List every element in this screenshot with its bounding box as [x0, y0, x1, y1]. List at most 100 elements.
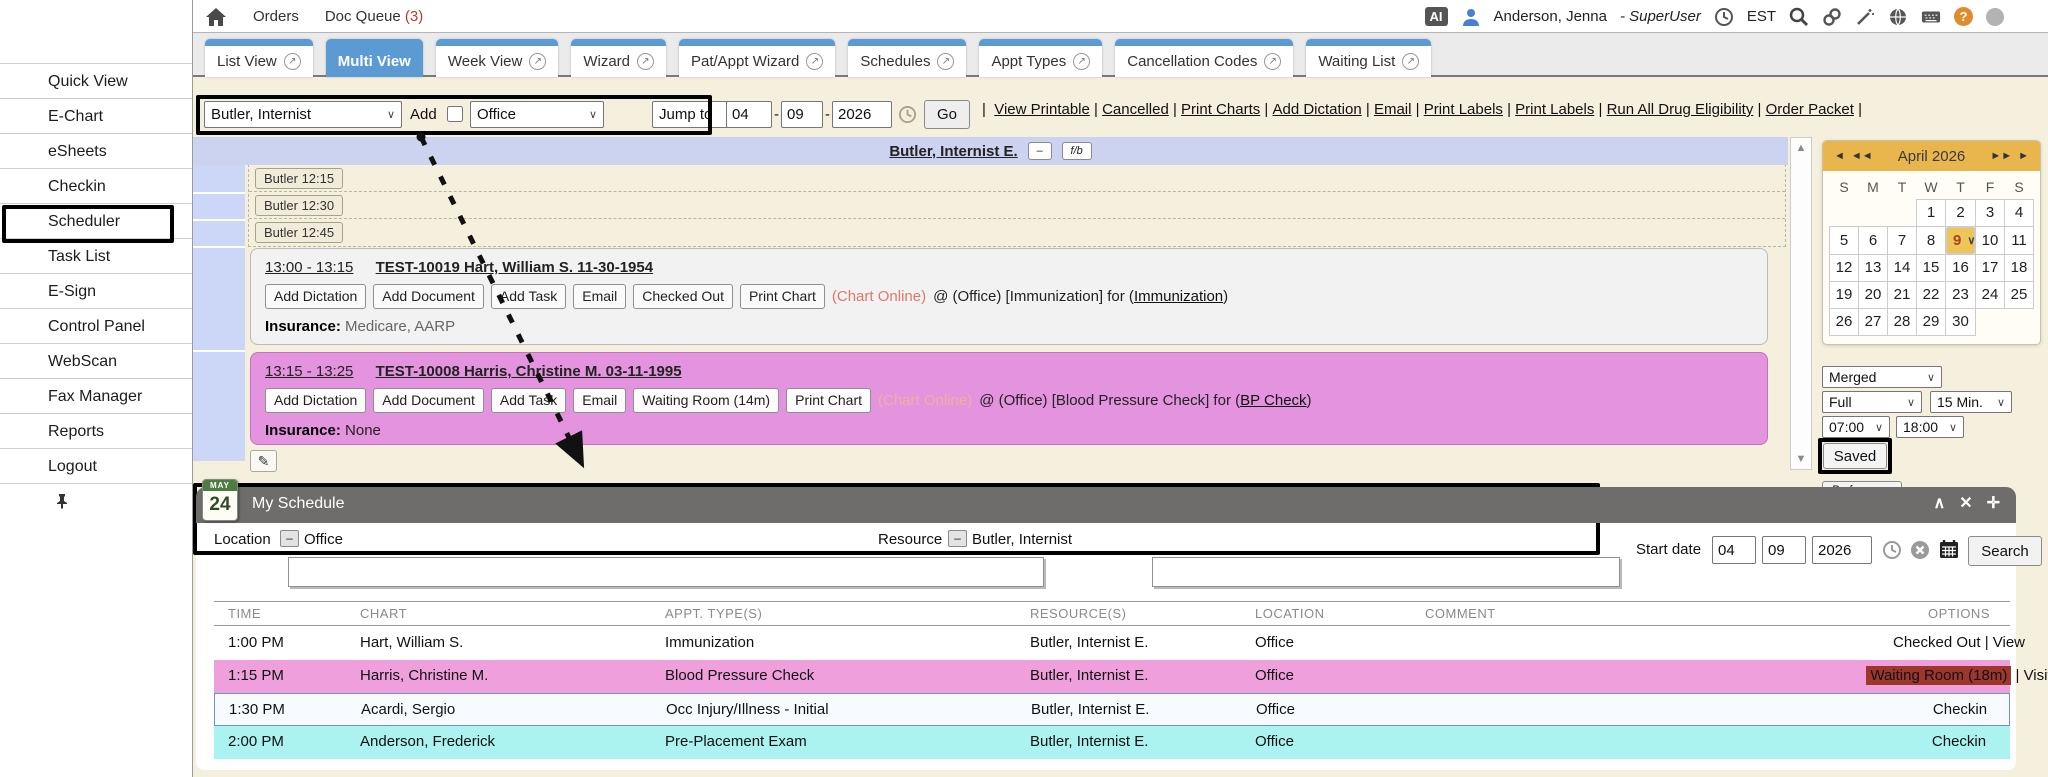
tab-appt-types[interactable]: Appt Types [979, 39, 1102, 77]
link-cancelled[interactable]: Cancelled [1102, 101, 1181, 118]
scroll-up-icon[interactable]: ▲ [1791, 142, 1811, 154]
sidebar-item-e-sign[interactable]: E-Sign [0, 273, 192, 308]
link-print-labels[interactable]: Print Labels [1424, 101, 1515, 118]
user-name[interactable]: Anderson, Jenna [1494, 8, 1607, 25]
provider-column-link[interactable]: Butler, Internist E. [889, 143, 1017, 160]
tab-waiting-list[interactable]: Waiting List [1306, 39, 1431, 77]
tab-schedules[interactable]: Schedules [848, 39, 966, 77]
slot-row[interactable]: Butler 12:30 [249, 192, 1785, 219]
scroll-down-icon[interactable]: ▼ [1791, 453, 1811, 465]
collapse-window-icon[interactable]: ∧ [1933, 493, 1945, 513]
tab-cancellation-codes[interactable]: Cancellation Codes [1115, 39, 1293, 77]
wand-icon[interactable] [1855, 7, 1875, 27]
table-row-harris[interactable]: 1:15 PM Harris, Christine M. Blood Press… [214, 660, 2010, 693]
print-chart-button[interactable]: Print Chart [740, 284, 825, 309]
add-task-button[interactable]: Add Task [491, 388, 566, 413]
edit-slot-button[interactable]: ✎ [250, 450, 277, 472]
appointment-hart[interactable]: 13:00 - 13:15 TEST-10019 Hart, William S… [250, 248, 1768, 345]
calendar-day[interactable]: 4 [2005, 199, 2034, 226]
popout-icon[interactable] [637, 53, 654, 70]
link-view-printable[interactable]: View Printable [994, 101, 1102, 118]
calendar-day[interactable]: 26 [1830, 308, 1859, 335]
calendar-day[interactable]: 28 [1888, 308, 1917, 335]
table-row-hart[interactable]: 1:00 PM Hart, William S. Immunization Bu… [214, 627, 2010, 660]
calendar-day[interactable]: 22 [1917, 281, 1946, 308]
start-date-month-input[interactable] [1712, 536, 1756, 564]
popout-icon[interactable] [937, 53, 954, 70]
sidebar-pin-button[interactable] [0, 483, 192, 518]
calendar-day-selected[interactable]: 9 [1946, 227, 1975, 254]
interval-select[interactable]: 15 Min. [1930, 391, 2012, 413]
home-icon[interactable] [205, 7, 227, 27]
sidebar-item-checkin[interactable]: Checkin [0, 168, 192, 203]
date-day-input[interactable] [781, 101, 823, 128]
saved-button[interactable]: Saved [1823, 443, 1887, 469]
location-collapse-button[interactable]: – [280, 530, 299, 547]
calendar-day[interactable]: 30 [1946, 308, 1976, 335]
slot-button-1215[interactable]: Butler 12:15 [255, 168, 343, 189]
start-date-day-input[interactable] [1762, 536, 1806, 564]
go-button[interactable]: Go [924, 100, 970, 129]
calendar-day[interactable]: 19 [1830, 281, 1859, 308]
waiting-room-badge[interactable]: Waiting Room (18m) [1866, 666, 2011, 685]
sidebar-item-scheduler[interactable]: Scheduler [0, 203, 192, 238]
calendar-day[interactable]: 5 [1830, 226, 1859, 254]
add-task-button[interactable]: Add Task [491, 284, 566, 309]
calendar-next-fast-arrow[interactable]: ►► [1987, 150, 2015, 162]
appointment-time-link[interactable]: 13:00 - 13:15 [265, 259, 353, 276]
add-dictation-button[interactable]: Add Dictation [265, 388, 366, 413]
calendar-day[interactable]: 14 [1888, 254, 1917, 281]
add-document-button[interactable]: Add Document [373, 284, 484, 309]
calendar-day[interactable]: 16 [1946, 254, 1976, 281]
sidebar-item-task-list[interactable]: Task List [0, 238, 192, 273]
date-month-input[interactable] [726, 101, 772, 128]
link-print-labels-2[interactable]: Print Labels [1515, 101, 1606, 118]
popout-icon[interactable] [1402, 53, 1419, 70]
start-time-select[interactable]: 07:00 [1822, 416, 1890, 438]
patient-link[interactable]: TEST-10019 Hart, William S. 11-30-1954 [376, 259, 654, 276]
size-select[interactable]: Full [1822, 391, 1922, 413]
search-button[interactable]: Search [1968, 536, 2042, 566]
print-chart-button[interactable]: Print Chart [786, 388, 871, 413]
start-date-year-input[interactable] [1812, 536, 1872, 564]
link-order-packet[interactable]: Order Packet [1766, 101, 1867, 118]
sidebar-item-webscan[interactable]: WebScan [0, 343, 192, 378]
clock-icon[interactable] [1714, 7, 1734, 27]
calendar-day[interactable]: 1 [1917, 199, 1946, 226]
nav-doc-queue[interactable]: Doc Queue (3) [325, 8, 423, 25]
sidebar-item-control-panel[interactable]: Control Panel [0, 308, 192, 343]
merge-mode-select[interactable]: Merged [1822, 366, 1942, 388]
slot-row[interactable]: Butler 12:45 [249, 219, 1785, 246]
table-row-acardi[interactable]: 1:30 PM Acardi, Sergio Occ Injury/Illnes… [214, 693, 2010, 726]
calendar-day[interactable]: 7 [1888, 226, 1917, 254]
sidebar-item-e-chart[interactable]: E-Chart [0, 98, 192, 133]
checked-out-link[interactable]: Checked Out [1893, 634, 1981, 651]
appointment-time-link[interactable]: 13:15 - 13:25 [265, 363, 353, 380]
sidebar-item-esheets[interactable]: eSheets [0, 133, 192, 168]
add-checkbox[interactable] [447, 106, 463, 122]
calendar-day[interactable]: 3 [1976, 199, 2005, 226]
table-row-anderson[interactable]: 2:00 PM Anderson, Frederick Pre-Placemen… [214, 726, 2010, 759]
move-window-icon[interactable]: ✛ [1987, 493, 2000, 513]
waiting-room-button[interactable]: Waiting Room (14m) [633, 388, 779, 413]
slot-button-1245[interactable]: Butler 12:45 [255, 222, 343, 243]
sidebar-item-quick-view[interactable]: Quick View [0, 63, 192, 98]
add-document-button[interactable]: Add Document [373, 388, 484, 413]
resource-filter-input[interactable] [1152, 557, 1620, 587]
calendar-day[interactable]: 13 [1859, 254, 1888, 281]
link-add-dictation[interactable]: Add Dictation [1272, 101, 1373, 118]
tab-pat-appt-wizard[interactable]: Pat/Appt Wizard [679, 39, 835, 77]
calendar-day[interactable]: 11 [2005, 226, 2034, 254]
globe-icon[interactable] [1888, 7, 1908, 27]
location-filter-input[interactable] [288, 557, 1044, 587]
popout-icon[interactable] [806, 53, 823, 70]
popout-icon[interactable] [529, 53, 546, 70]
calendar-day[interactable]: 20 [1859, 281, 1888, 308]
calendar-day[interactable]: 21 [1888, 281, 1917, 308]
collapse-column-button[interactable]: – [1028, 142, 1052, 160]
calendar-day[interactable]: 24 [1976, 281, 2005, 308]
checkin-link[interactable]: Checkin [1933, 701, 1987, 718]
keyboard-icon[interactable] [1921, 7, 1941, 27]
visit-link[interactable]: Visit [2024, 667, 2048, 684]
calendar-day[interactable]: 23 [1946, 281, 1976, 308]
